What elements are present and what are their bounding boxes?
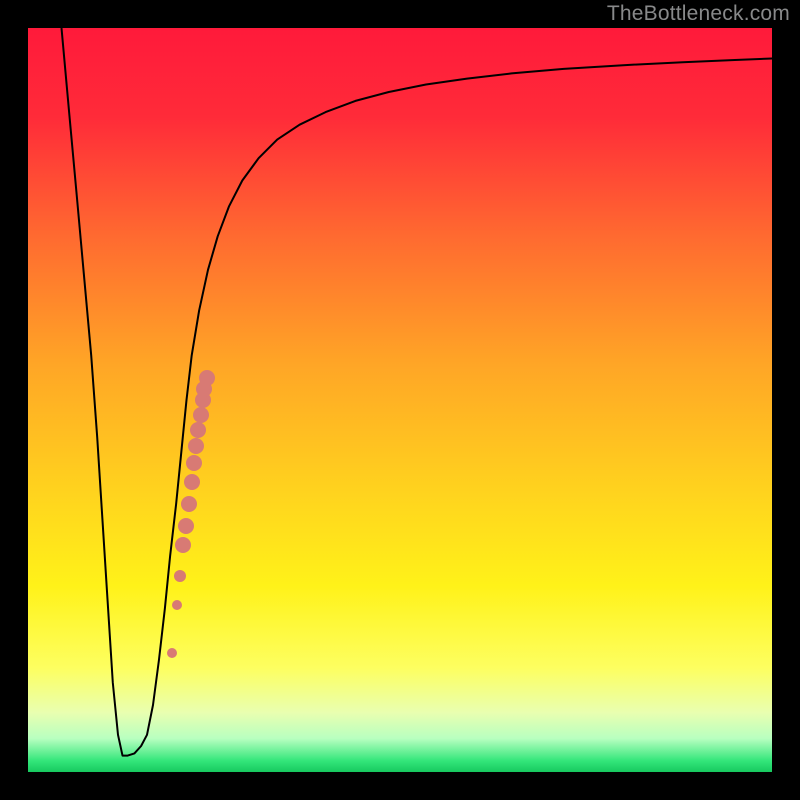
data-point <box>175 537 191 553</box>
plot-area <box>28 28 772 772</box>
data-point <box>188 438 204 454</box>
data-point <box>193 407 209 423</box>
data-point <box>167 648 177 658</box>
data-point <box>184 474 200 490</box>
data-point <box>178 518 194 534</box>
data-point <box>174 570 186 582</box>
watermark-text: TheBottleneck.com <box>607 2 790 26</box>
bottleneck-curve <box>28 28 772 772</box>
chart-frame: TheBottleneck.com <box>0 0 800 800</box>
data-point <box>172 600 182 610</box>
data-point <box>190 422 206 438</box>
data-point <box>199 370 215 386</box>
data-point <box>186 455 202 471</box>
data-point <box>181 496 197 512</box>
